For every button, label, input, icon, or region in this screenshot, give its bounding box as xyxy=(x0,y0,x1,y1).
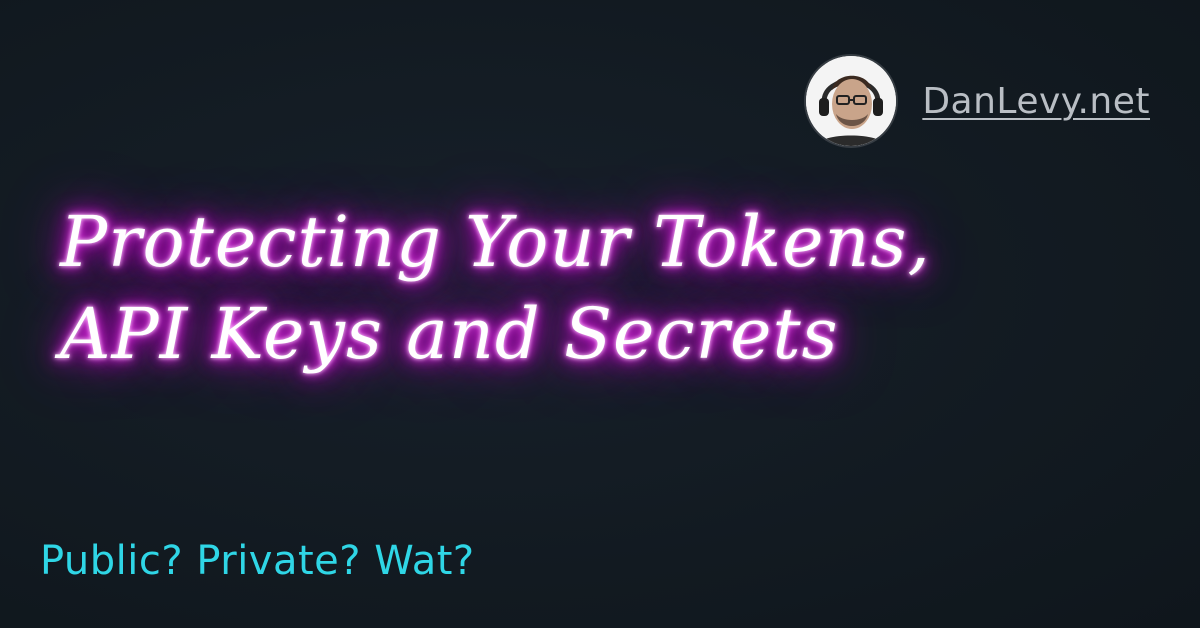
title-line-2: API Keys and Secrets xyxy=(60,293,839,375)
brand-header: DanLevy.net xyxy=(806,56,1150,146)
avatar xyxy=(806,56,897,146)
portrait-icon xyxy=(806,56,897,146)
subtitle: Public? Private? Wat? xyxy=(40,538,475,584)
site-link[interactable]: DanLevy.net xyxy=(922,81,1150,122)
title-line-1: Protecting Your Tokens, xyxy=(60,201,931,283)
social-card: DanLevy.net Protecting Your Tokens, API … xyxy=(0,0,1200,628)
page-title: Protecting Your Tokens, API Keys and Sec… xyxy=(60,196,1060,380)
